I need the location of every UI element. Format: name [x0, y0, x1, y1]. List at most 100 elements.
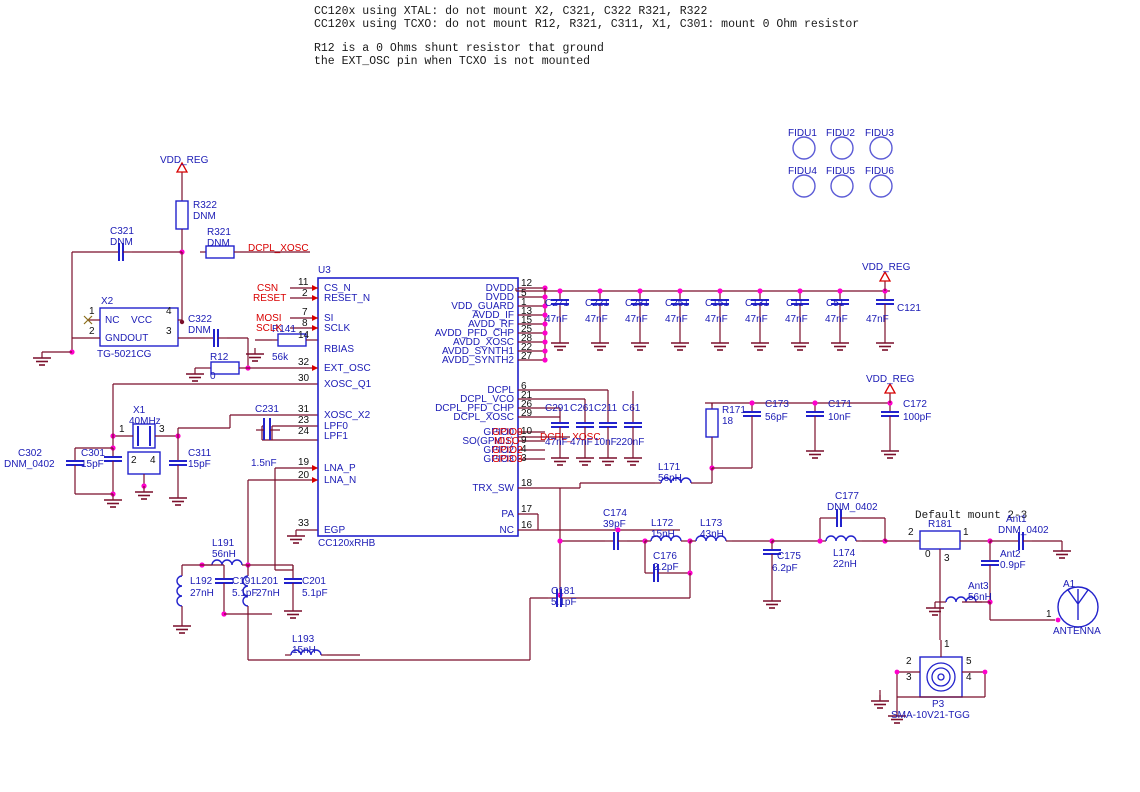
value-c174: 39pF: [603, 519, 626, 530]
ic-pin-name-dcpl-xosc: DCPL_XOSC: [453, 412, 514, 423]
ic-pin-num-23: 23: [298, 415, 310, 426]
schematic-drawing: [32, 136, 1099, 724]
refdes-c302: C302: [18, 448, 42, 459]
fiducial-label-6: FIDU6: [865, 166, 894, 177]
r181-pin-2: 2: [908, 527, 914, 538]
value-c321: DNM: [110, 237, 133, 248]
value-c151: 47nF: [705, 314, 728, 325]
value-c177: DNM_0402: [827, 502, 878, 513]
refdes-ant2: Ant2: [1000, 549, 1021, 560]
refdes-c311: C311: [188, 448, 212, 459]
ic-pin-name-xosc-x2: XOSC_X2: [324, 410, 371, 421]
net-label-reset: RESET: [253, 293, 287, 304]
ic-pin-num-27: 27: [521, 351, 533, 362]
value-c172: 100pF: [903, 412, 932, 423]
value-c322: DNM: [188, 325, 211, 336]
schematic-sheet: CC120x using XTAL: do not mount X2, C321…: [0, 0, 1140, 750]
power-symbol-vddreg-3: [884, 383, 896, 404]
tcxo-pinnum-4: 4: [166, 306, 172, 317]
ic-pin-num-7: 7: [302, 307, 308, 318]
refdes-l171: L171: [658, 462, 681, 473]
ground-symbol: [32, 351, 52, 366]
power-symbol-vddreg-2: [879, 271, 891, 292]
refdes-c172: C172: [903, 399, 927, 410]
refdes-x2: X2: [101, 296, 114, 307]
antenna-pin-1: 1: [1046, 609, 1052, 620]
value-r141: 56k: [272, 352, 289, 363]
value-c221: 47nF: [585, 314, 608, 325]
value-c281: 47nF: [625, 314, 648, 325]
capacitor-c301: [103, 447, 123, 471]
ic-pin-num-30: 30: [298, 373, 310, 384]
value-l174: 22nH: [833, 559, 857, 570]
value-c291: 47nF: [545, 437, 568, 448]
value-ant2: 0.9pF: [1000, 560, 1026, 571]
p3-pin-4: 4: [966, 672, 972, 683]
capacitor-c172: [880, 402, 900, 426]
value-ant1: DNM_0402: [998, 525, 1049, 536]
ic-pin-name-rbias: RBIAS: [324, 344, 355, 355]
r181-pin-1: 1: [963, 527, 969, 538]
ic-pin-num-18: 18: [521, 478, 533, 489]
net-label-sclk: SCLK: [256, 323, 283, 334]
refdes-c177: C177: [835, 491, 859, 502]
value-r171: 18: [722, 416, 734, 427]
ic-pin-name-avdd-synth2: AVDD_SYNTH2: [441, 355, 514, 366]
refdes-c151: C151: [705, 298, 729, 309]
refdes-c173: C173: [765, 399, 789, 410]
x1-pinnum-3: 3: [159, 424, 165, 435]
part-x2: TG-5021CG: [97, 349, 152, 360]
value-c61: 220nF: [616, 437, 645, 448]
refdes-l174: L174: [833, 548, 856, 559]
refdes-r322: R322: [193, 200, 217, 211]
value-c211: 10nF: [594, 437, 617, 448]
power-label-vddreg-3: VDD_REG: [866, 374, 915, 385]
refdes-ant1: Ant1: [1006, 514, 1027, 525]
ic-pin-num-20: 20: [298, 470, 310, 481]
refdes-c121: C121: [897, 303, 921, 314]
inductor-l192: [176, 569, 183, 613]
ic-refdes-u3: U3: [318, 265, 331, 276]
refdes-c322: C322: [188, 314, 212, 325]
refdes-c131: C131: [745, 298, 769, 309]
ic-pin-num-16: 16: [521, 520, 533, 531]
ic-pin-name-lpf1: LPF1: [324, 431, 348, 442]
capacitor-c174: [604, 531, 628, 551]
tcxo-pin-nc: NC: [105, 315, 120, 326]
value-c181: 5.1pF: [551, 597, 577, 608]
fiducial-label-3: FIDU3: [865, 128, 894, 139]
ic-pin-name-ext-osc: EXT_OSC: [324, 363, 371, 374]
ic-pin-name-egp: EGP: [324, 525, 346, 536]
ic-pin-num-29: 29: [521, 408, 533, 419]
refdes-l172: L172: [651, 518, 674, 529]
ic-pin-num-24: 24: [298, 426, 310, 437]
ground-symbol: [185, 367, 205, 382]
value-c176: 2.2pF: [653, 562, 679, 573]
power-label-vddreg-2: VDD_REG: [862, 262, 911, 273]
refdes-c51: C51: [826, 298, 845, 309]
value-c171: 10nF: [828, 412, 851, 423]
refdes-c271: C271: [545, 298, 569, 309]
refdes-c301: C301: [81, 448, 105, 459]
antenna-label: ANTENNA: [1053, 626, 1101, 637]
ic-pin-num-11: 11: [298, 277, 309, 288]
tcxo-pinnum-2: 2: [89, 326, 95, 337]
refdes-c61: C61: [622, 403, 641, 414]
refdes-c321: C321: [110, 226, 134, 237]
ic-pin-name-sclk: SCLK: [324, 323, 351, 334]
value-c121: 47nF: [866, 314, 889, 325]
ic-pin-num-17: 17: [521, 504, 533, 515]
fiducial-label-5: FIDU5: [826, 166, 855, 177]
refdes-c231: C231: [255, 404, 279, 415]
value-c261: 47nF: [570, 437, 593, 448]
value-r12: 0: [210, 371, 216, 382]
inductor-l191: [205, 559, 249, 566]
refdes-l191: L191: [212, 538, 235, 549]
ic-pin-name-reset-n: RESET_N: [324, 293, 371, 304]
value-l192: 27nH: [190, 588, 214, 599]
fiducial-label-2: FIDU2: [826, 128, 855, 139]
refdes-l201: L201: [256, 576, 279, 587]
value-c191: 5.1pF: [232, 588, 258, 599]
ic-pin-num-32: 32: [298, 357, 310, 368]
refdes-c261: C261: [570, 403, 594, 414]
